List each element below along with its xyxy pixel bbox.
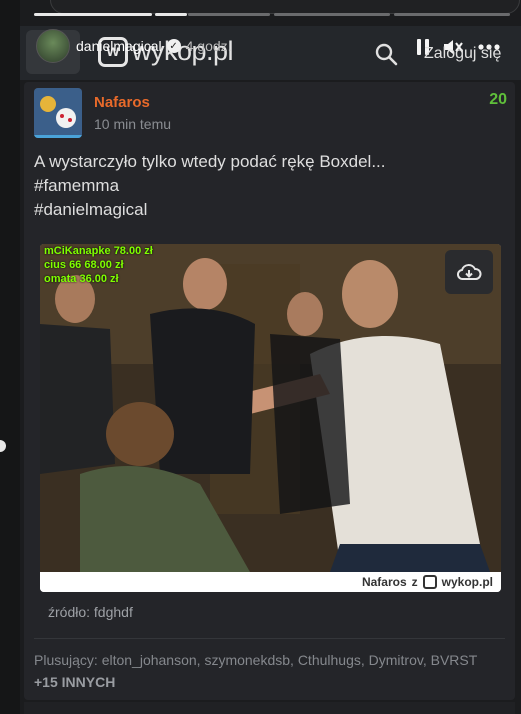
story-progress-bar-3 [188,13,270,16]
credit-site: wykop.pl [441,575,493,589]
ticker-line-3: omata 36.00 zł [44,273,119,285]
cloud-download-icon [456,264,482,280]
top-bar: w wykop.pl danielmagical ✓ 4 godz. Zalog… [20,26,521,80]
search-icon[interactable] [374,42,398,66]
more-upvoters-link[interactable]: +15 INNYCH [34,674,115,690]
author-avatar-image [34,88,82,138]
ticker-line-2: cius 66 68.00 zł [44,259,124,271]
download-button[interactable] [445,250,493,294]
video-ticker: mCiKanapke 78.00 zł cius 66 68.00 zł oma… [44,244,153,286]
story-username: danielmagical [76,38,162,54]
post-tag-famemma[interactable]: #famemma [34,174,386,198]
post-media[interactable]: mCiKanapke 78.00 zł cius 66 68.00 zł oma… [40,244,501,592]
story-time: 4 godz. [185,38,232,54]
credit-author: Nafaros [361,575,407,589]
story-progress-bar-2 [155,13,187,16]
left-edge [0,0,20,714]
post-tag-danielmagical[interactable]: #danielmagical [34,198,386,222]
story-progress-bar-4 [274,13,390,16]
post-source[interactable]: źródło: fdghdf [48,604,133,620]
post-card: Nafaros 10 min temu 20 A wystarczyło tyl… [24,82,515,700]
ticker-line-1: mCiKanapke 78.00 zł [44,245,153,257]
wykop-mini-icon [422,575,437,589]
post-author[interactable]: Nafaros [94,94,150,111]
story-progress-bar-1 [34,13,152,16]
story-input-pill [50,0,520,14]
author-avatar[interactable] [34,88,82,138]
story-progress [20,0,521,26]
story-user[interactable]: danielmagical ✓ 4 godz. [76,38,232,54]
vote-count[interactable]: 20 [489,91,507,109]
card-divider [34,638,505,639]
story-avatar[interactable] [36,29,70,63]
post-time[interactable]: 10 min temu [94,116,171,132]
story-progress-bar-5 [394,13,510,16]
next-card-edge [24,702,515,714]
upvoters-list[interactable]: Plusujący: elton_johanson, szymonekdsb, … [34,652,477,668]
verified-icon: ✓ [166,39,181,53]
credit-separator: z [411,575,418,589]
post-body-line: A wystarczyło tylko wtedy podać rękę Box… [34,152,386,171]
post-body: A wystarczyło tylko wtedy podać rękę Box… [34,150,386,222]
video-frame[interactable] [40,244,501,572]
author-avatar-underline [34,135,82,138]
login-link[interactable]: Zaloguj się [424,45,501,63]
media-credit: Nafaros z wykop.pl [362,575,493,589]
